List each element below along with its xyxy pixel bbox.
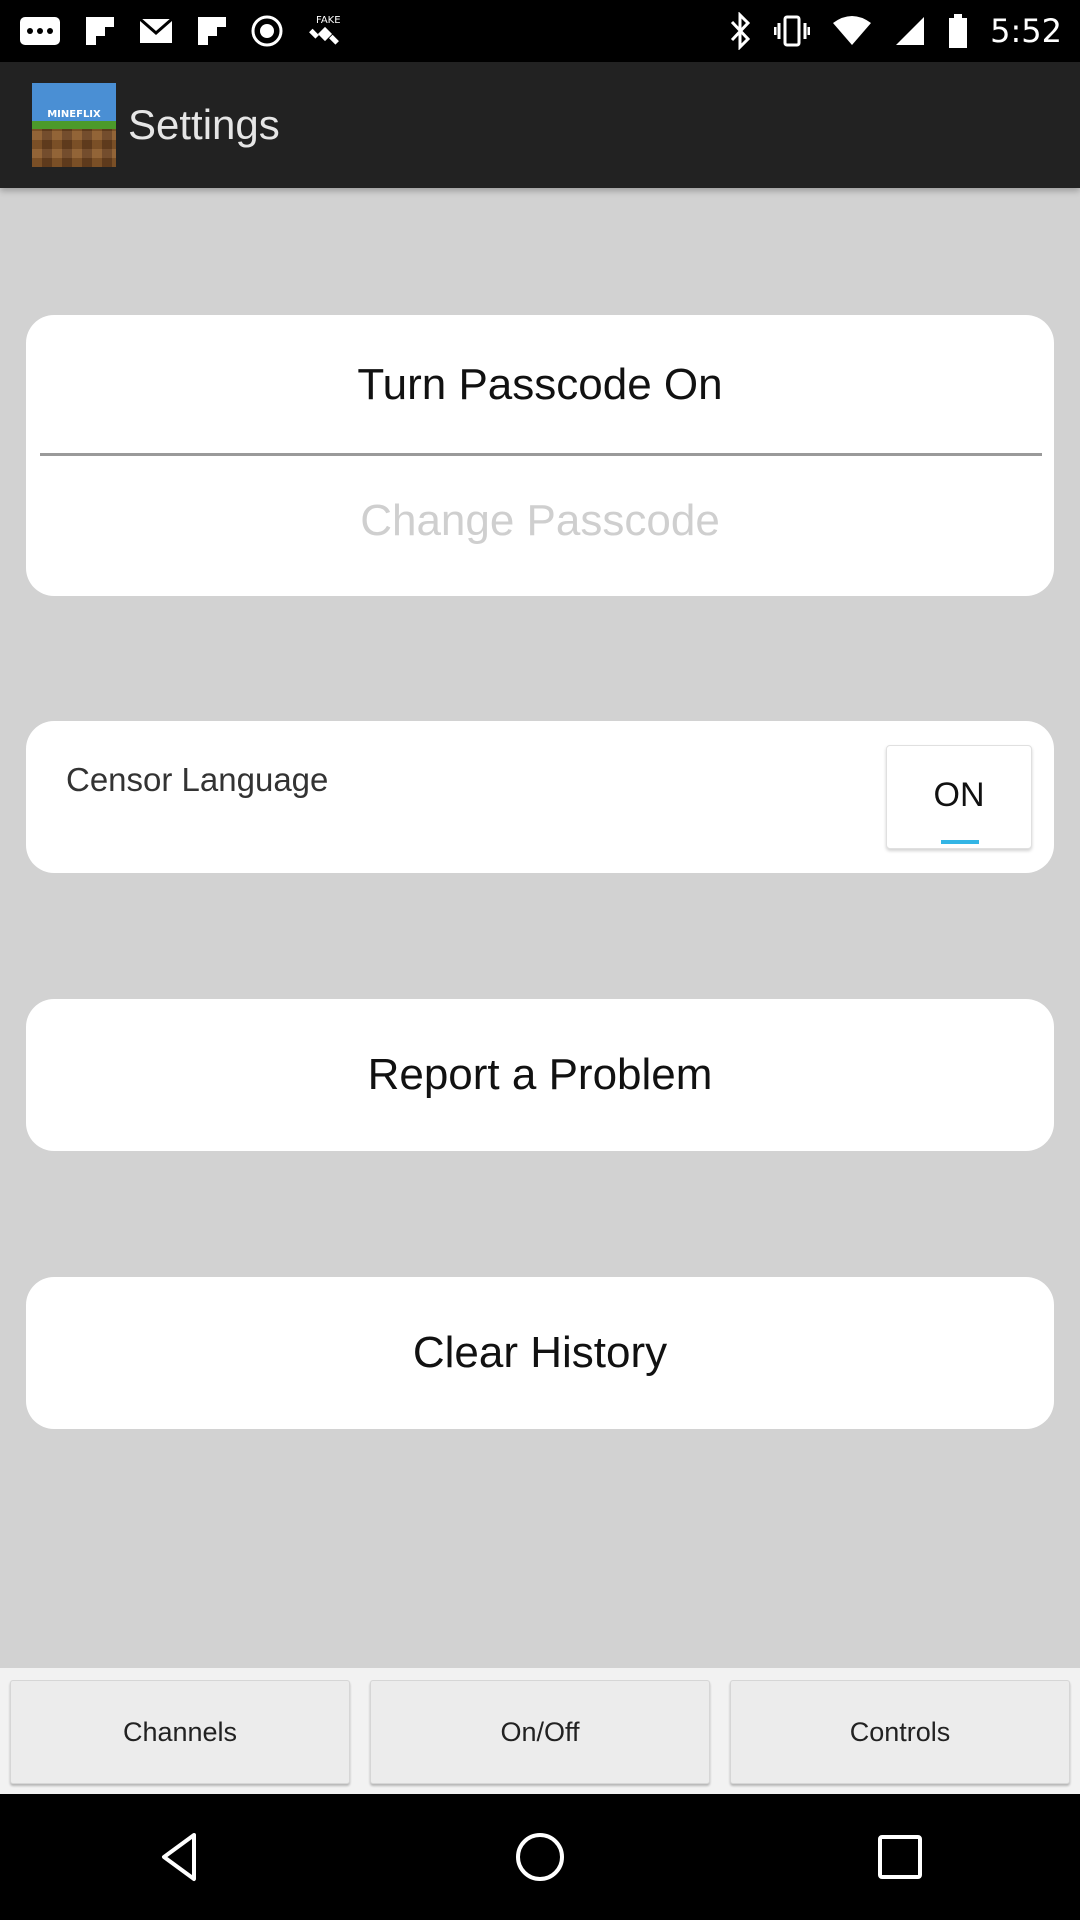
passcode-card: Turn Passcode On Change Passcode (26, 315, 1054, 596)
cell-signal-icon (894, 15, 926, 47)
tab-on-off[interactable]: On/Off (370, 1680, 710, 1784)
action-bar: MINEFLIX Settings (0, 62, 1080, 188)
wifi-icon (832, 15, 872, 47)
censor-language-label: Censor Language (66, 761, 329, 798)
navigation-bar (0, 1794, 1080, 1920)
report-problem-button[interactable]: Report a Problem (26, 999, 1054, 1151)
flipboard-icon (196, 15, 228, 47)
toggle-indicator (941, 840, 979, 844)
status-icons-right: 5:52 (728, 12, 1062, 50)
flipboard-icon (84, 15, 116, 47)
toggle-state-text: ON (933, 776, 985, 814)
tab-controls[interactable]: Controls (730, 1680, 1070, 1784)
tab-channels[interactable]: Channels (10, 1680, 350, 1784)
status-time: 5:52 (990, 12, 1062, 50)
censor-language-card: Censor Language ON (26, 721, 1054, 873)
battery-icon (948, 13, 968, 49)
logo-dirt (32, 129, 116, 167)
change-passcode-button[interactable]: Change Passcode (26, 456, 1054, 586)
message-icon (18, 15, 62, 47)
page-title: Settings (128, 101, 280, 148)
fake-gps-icon: FAKE (306, 11, 346, 51)
back-icon[interactable] (130, 1807, 230, 1907)
turn-passcode-on-button[interactable]: Turn Passcode On (26, 315, 1054, 455)
censor-language-toggle[interactable]: ON (886, 745, 1032, 849)
email-icon (138, 17, 174, 45)
recents-icon[interactable] (850, 1807, 950, 1907)
clear-history-button[interactable]: Clear History (26, 1277, 1054, 1429)
bottom-tab-bar: Channels On/Off Controls (0, 1668, 1080, 1794)
app-logo-text: MINEFLIX (47, 109, 101, 120)
home-icon[interactable] (490, 1807, 590, 1907)
status-bar: FAKE 5:52 (0, 0, 1080, 62)
app-logo[interactable]: MINEFLIX (32, 83, 116, 167)
bluetooth-icon (728, 12, 752, 50)
logo-grass (32, 121, 116, 129)
vibrate-icon (774, 13, 811, 49)
record-icon (250, 14, 284, 48)
status-icons-left: FAKE (18, 11, 346, 51)
svg-text:FAKE: FAKE (316, 15, 341, 26)
